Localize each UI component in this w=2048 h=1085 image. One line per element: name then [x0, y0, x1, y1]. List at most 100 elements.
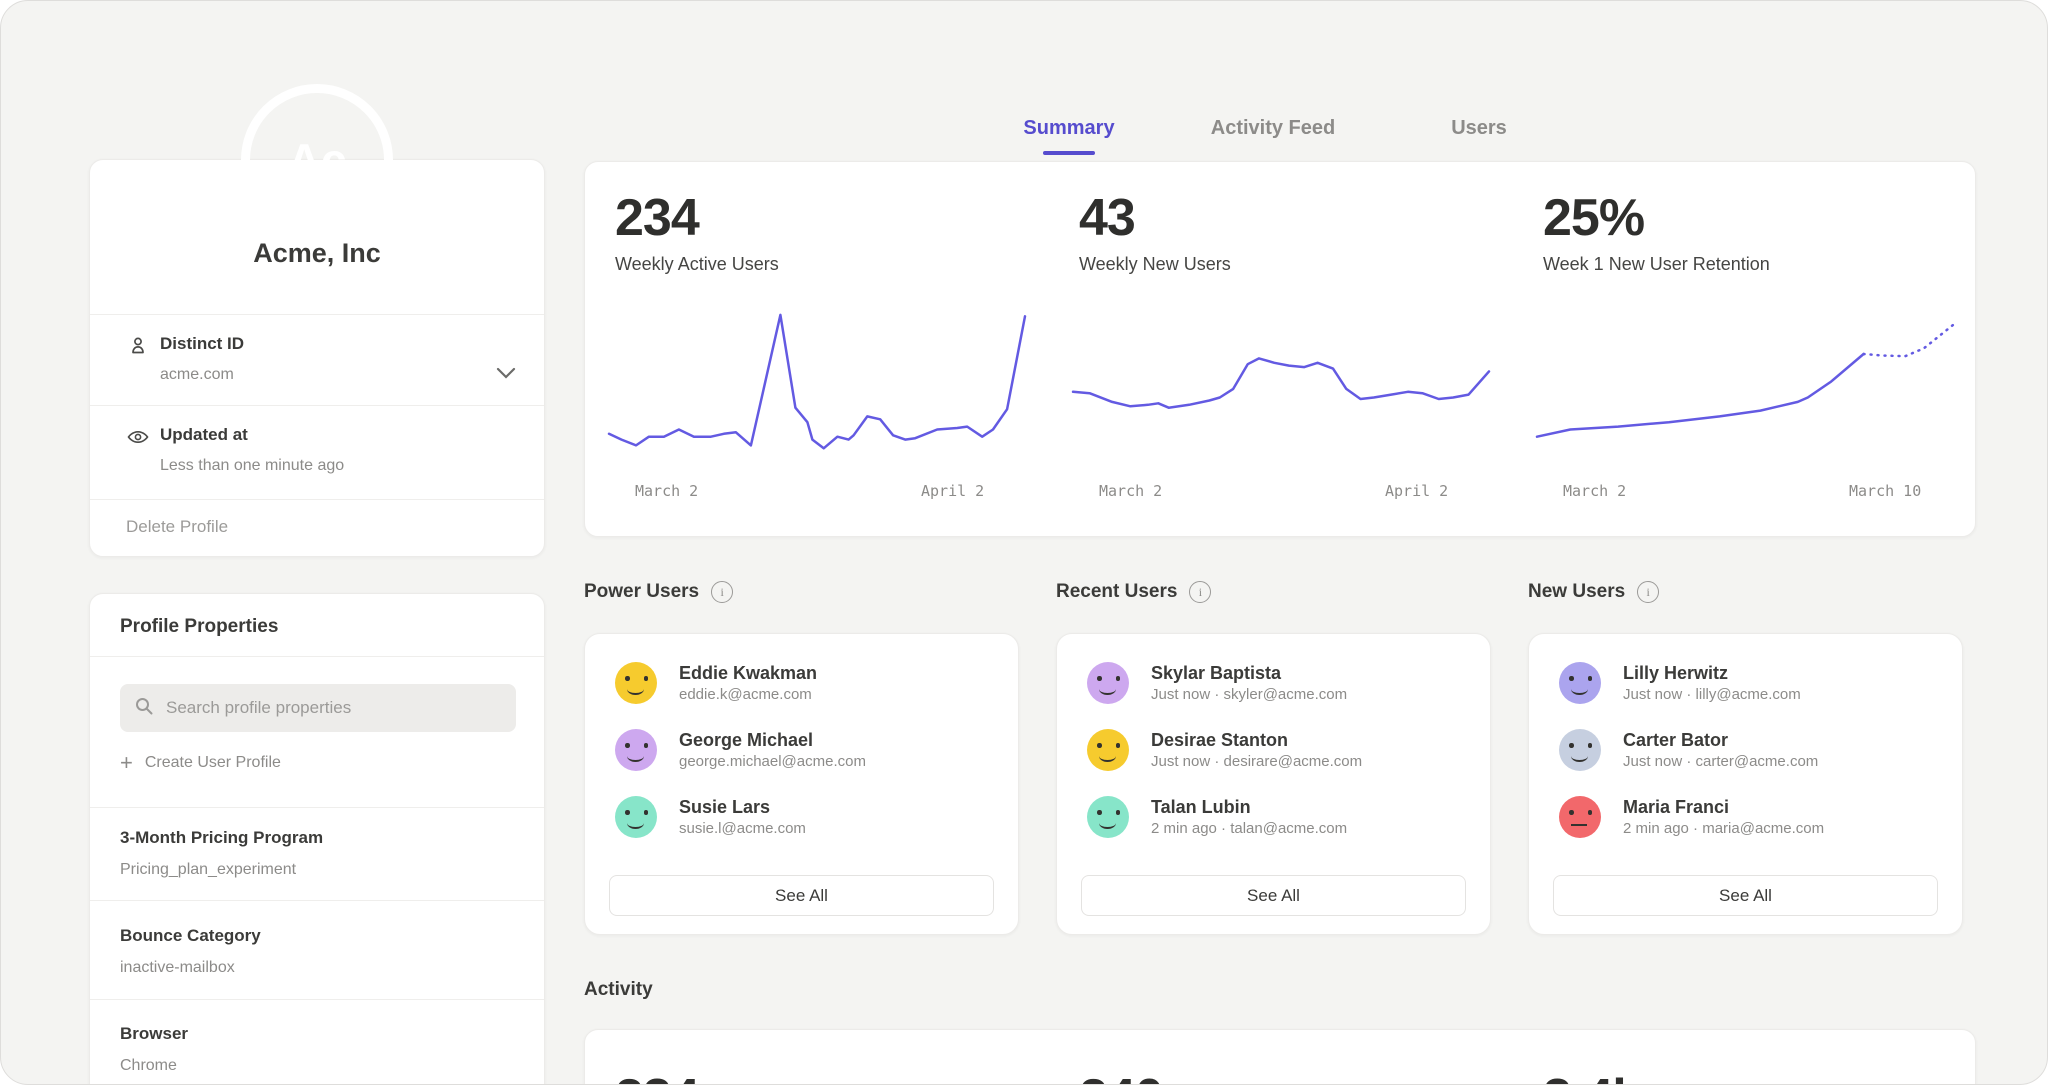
updated-at-label: Updated at: [160, 425, 248, 445]
x-axis-tick: March 2: [1563, 482, 1626, 500]
user-list-item[interactable]: Carter Bator Just now · carter@acme.com: [1559, 723, 1942, 777]
user-avatar: [1559, 662, 1601, 704]
chevron-down-icon[interactable]: [496, 366, 516, 384]
see-all-button[interactable]: See All: [1553, 875, 1938, 916]
user-name: George Michael: [679, 728, 866, 752]
user-detail: Just now · carter@acme.com: [1623, 752, 1818, 772]
user-avatar: [615, 662, 657, 704]
power-users-card: Eddie Kwakman eddie.k@acme.com George Mi…: [584, 633, 1019, 935]
x-axis-tick: March 10: [1849, 482, 1921, 500]
property-value: Pricing_plan_experiment: [120, 861, 296, 879]
search-profile-properties[interactable]: [120, 684, 516, 732]
user-name: Susie Lars: [679, 795, 806, 819]
distinct-id-label: Distinct ID: [160, 334, 244, 354]
create-user-profile-button[interactable]: + Create User Profile: [120, 752, 281, 774]
divider: [90, 807, 544, 808]
create-user-profile-label: Create User Profile: [145, 754, 281, 772]
property-value: inactive-mailbox: [120, 959, 235, 977]
user-list-item[interactable]: Skylar Baptista Just now · skyler@acme.c…: [1087, 656, 1470, 710]
user-list-item[interactable]: Talan Lubin 2 min ago · talan@acme.com: [1087, 790, 1470, 844]
stat-label: Week 1 New User Retention: [1543, 254, 1770, 275]
user-detail: Just now · lilly@acme.com: [1623, 685, 1801, 705]
user-name: Desirae Stanton: [1151, 728, 1362, 752]
user-avatar: [1559, 729, 1601, 771]
property-value: Chrome: [120, 1057, 177, 1075]
profile-card: Ac Acme, Inc Distinct ID acme.com: [89, 159, 545, 557]
search-input[interactable]: [164, 697, 502, 719]
user-name: Talan Lubin: [1151, 795, 1347, 819]
divider: [90, 999, 544, 1000]
x-axis-tick: March 2: [1099, 482, 1162, 500]
weekly-active-users-sparkline: [609, 312, 1025, 457]
activity-stat-value: 234: [615, 1068, 699, 1085]
activity-stat-value: 240: [1079, 1068, 1163, 1085]
tab-summary[interactable]: Summary: [1023, 117, 1114, 140]
user-list-item[interactable]: Lilly Herwitz Just now · lilly@acme.com: [1559, 656, 1942, 710]
x-axis-tick: April 2: [921, 482, 984, 500]
x-axis-tick: April 2: [1385, 482, 1448, 500]
see-all-button[interactable]: See All: [609, 875, 994, 916]
user-detail: eddie.k@acme.com: [679, 685, 817, 705]
stat-value: 234: [615, 188, 699, 248]
user-name: Maria Franci: [1623, 795, 1824, 819]
updated-at-value: Less than one minute ago: [160, 457, 344, 475]
recent-users-card: Skylar Baptista Just now · skyler@acme.c…: [1056, 633, 1491, 935]
user-detail: 2 min ago · talan@acme.com: [1151, 819, 1347, 839]
divider: [90, 656, 544, 657]
user-avatar: [1559, 796, 1601, 838]
summary-stats-card: 234 Weekly Active Users March 2 April 2 …: [584, 161, 1976, 537]
user-name: Lilly Herwitz: [1623, 661, 1801, 685]
power-users-header: Power Users: [584, 581, 733, 603]
company-name: Acme, Inc: [90, 238, 544, 269]
user-list-item[interactable]: Desirae Stanton Just now · desirare@acme…: [1087, 723, 1470, 777]
user-list-item[interactable]: Susie Lars susie.l@acme.com: [615, 790, 998, 844]
stat-label: Weekly New Users: [1079, 254, 1231, 275]
company-avatar-initials: Ac: [288, 133, 347, 187]
stat-week1-retention: 25% Week 1 New User Retention March 2 Ma…: [1513, 162, 1977, 536]
user-avatar: [1087, 662, 1129, 704]
recent-users-header: Recent Users: [1056, 581, 1211, 603]
activity-card: 234 240 3.4k: [584, 1029, 1976, 1085]
user-avatar: [1087, 796, 1129, 838]
info-icon[interactable]: [1189, 581, 1211, 603]
user-detail: susie.l@acme.com: [679, 819, 806, 839]
user-name: Eddie Kwakman: [679, 661, 817, 685]
property-name: 3-Month Pricing Program: [120, 828, 323, 848]
user-avatar: [615, 796, 657, 838]
info-icon[interactable]: [1637, 581, 1659, 603]
activity-section-title: Activity: [584, 979, 653, 1001]
user-avatar: [1087, 729, 1129, 771]
section-title: New Users: [1528, 581, 1625, 603]
distinct-id-value: acme.com: [160, 366, 234, 384]
delete-profile-row: Delete Profile: [90, 499, 544, 558]
info-icon[interactable]: [711, 581, 733, 603]
person-icon: [126, 334, 150, 363]
distinct-id-row[interactable]: Distinct ID acme.com: [90, 314, 544, 405]
stat-value: 25%: [1543, 188, 1644, 248]
search-icon: [134, 696, 154, 721]
section-title: Power Users: [584, 581, 699, 603]
new-users-header: New Users: [1528, 581, 1659, 603]
plus-icon: +: [120, 752, 133, 774]
profile-properties-title: Profile Properties: [120, 616, 278, 638]
user-list-item[interactable]: George Michael george.michael@acme.com: [615, 723, 998, 777]
user-detail: george.michael@acme.com: [679, 752, 866, 772]
user-name: Skylar Baptista: [1151, 661, 1347, 685]
activity-stat-value: 3.4k: [1543, 1068, 1640, 1085]
user-list-item[interactable]: Eddie Kwakman eddie.k@acme.com: [615, 656, 998, 710]
see-all-button[interactable]: See All: [1081, 875, 1466, 916]
stat-value: 43: [1079, 188, 1135, 248]
eye-icon: [126, 425, 150, 454]
tab-activity-feed[interactable]: Activity Feed: [1211, 117, 1335, 140]
user-detail: Just now · desirare@acme.com: [1151, 752, 1362, 772]
user-detail: Just now · skyler@acme.com: [1151, 685, 1347, 705]
tab-users[interactable]: Users: [1451, 117, 1507, 140]
x-axis-tick: March 2: [635, 482, 698, 500]
user-list-item[interactable]: Maria Franci 2 min ago · maria@acme.com: [1559, 790, 1942, 844]
delete-profile-button[interactable]: Delete Profile: [126, 517, 228, 537]
stat-label: Weekly Active Users: [615, 254, 779, 275]
divider: [90, 900, 544, 901]
stat-weekly-active-users: 234 Weekly Active Users March 2 April 2: [585, 162, 1049, 536]
weekly-new-users-sparkline: [1073, 312, 1489, 457]
profile-page: Ac Acme, Inc Distinct ID acme.com: [0, 0, 2048, 1085]
